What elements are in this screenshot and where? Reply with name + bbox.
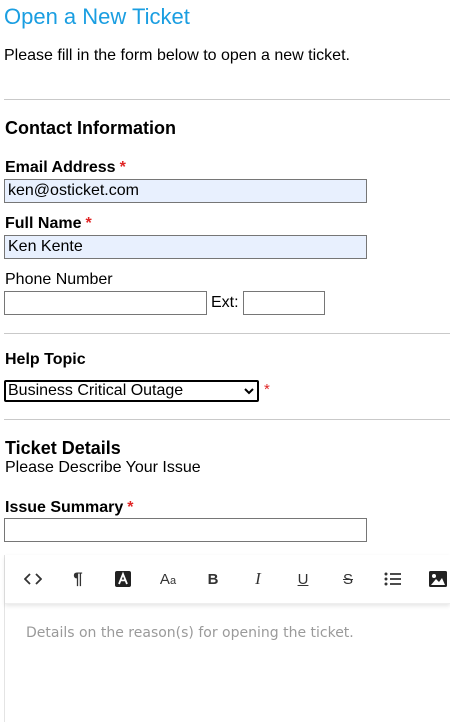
ext-label: Ext: xyxy=(211,294,239,311)
underline-icon: U xyxy=(297,570,309,588)
issue-summary-label-text: Issue Summary xyxy=(5,499,124,516)
page-intro: Please fill in the form below to open a … xyxy=(4,47,350,64)
divider xyxy=(4,99,450,100)
divider xyxy=(4,333,450,334)
required-marker: * xyxy=(264,381,270,398)
email-field[interactable] xyxy=(4,179,367,203)
font-size-icon: Aa xyxy=(159,570,177,588)
strikethrough-button[interactable]: S xyxy=(336,567,360,591)
font-color-button[interactable] xyxy=(111,567,135,591)
help-topic-select[interactable]: Business Critical Outage xyxy=(4,380,259,402)
phone-field[interactable] xyxy=(4,291,207,315)
details-editor[interactable]: ¶ Aa B I U S Details on the reason(s) fo… xyxy=(4,555,450,722)
name-label-text: Full Name xyxy=(5,215,82,232)
phone-label: Phone Number xyxy=(5,271,113,288)
ticket-details-heading: Ticket Details xyxy=(5,438,121,458)
full-name-field[interactable] xyxy=(4,235,367,259)
bold-button[interactable]: B xyxy=(201,567,225,591)
italic-icon: I xyxy=(255,569,261,588)
contact-heading: Contact Information xyxy=(5,118,176,138)
bold-icon: B xyxy=(207,570,219,588)
required-marker: * xyxy=(127,499,134,516)
help-topic-heading: Help Topic xyxy=(5,351,86,368)
italic-button[interactable]: I xyxy=(246,567,270,591)
editor-toolbar: ¶ Aa B I U S xyxy=(5,555,450,604)
divider xyxy=(4,419,450,420)
details-placeholder: Details on the reason(s) for opening the… xyxy=(26,625,354,641)
bulleted-list-button[interactable] xyxy=(381,567,405,591)
insert-image-button[interactable] xyxy=(426,567,450,591)
help-topic-selected: Business Critical Outage xyxy=(8,382,184,399)
strikethrough-icon: S xyxy=(342,570,353,588)
required-marker: * xyxy=(119,159,126,176)
image-icon xyxy=(429,571,447,587)
paragraph-format-button[interactable]: ¶ xyxy=(66,567,90,591)
chevron-down-icon xyxy=(244,388,254,395)
code-icon xyxy=(24,573,42,585)
underline-button[interactable]: U xyxy=(291,567,315,591)
issue-summary-label: Issue Summary * xyxy=(5,499,134,517)
name-label: Full Name * xyxy=(5,215,92,233)
ticket-details-subheading: Please Describe Your Issue xyxy=(5,459,201,476)
list-icon xyxy=(384,572,401,586)
email-label: Email Address * xyxy=(5,159,126,177)
code-view-button[interactable] xyxy=(21,567,45,591)
pilcrow-icon: ¶ xyxy=(73,569,83,588)
text-color-icon xyxy=(115,571,131,587)
issue-summary-field[interactable] xyxy=(4,518,367,542)
required-marker: * xyxy=(85,215,92,232)
email-label-text: Email Address xyxy=(5,159,116,176)
phone-ext-field[interactable] xyxy=(243,291,325,315)
page-title: Open a New Ticket xyxy=(4,4,190,29)
font-size-button[interactable]: Aa xyxy=(156,567,180,591)
